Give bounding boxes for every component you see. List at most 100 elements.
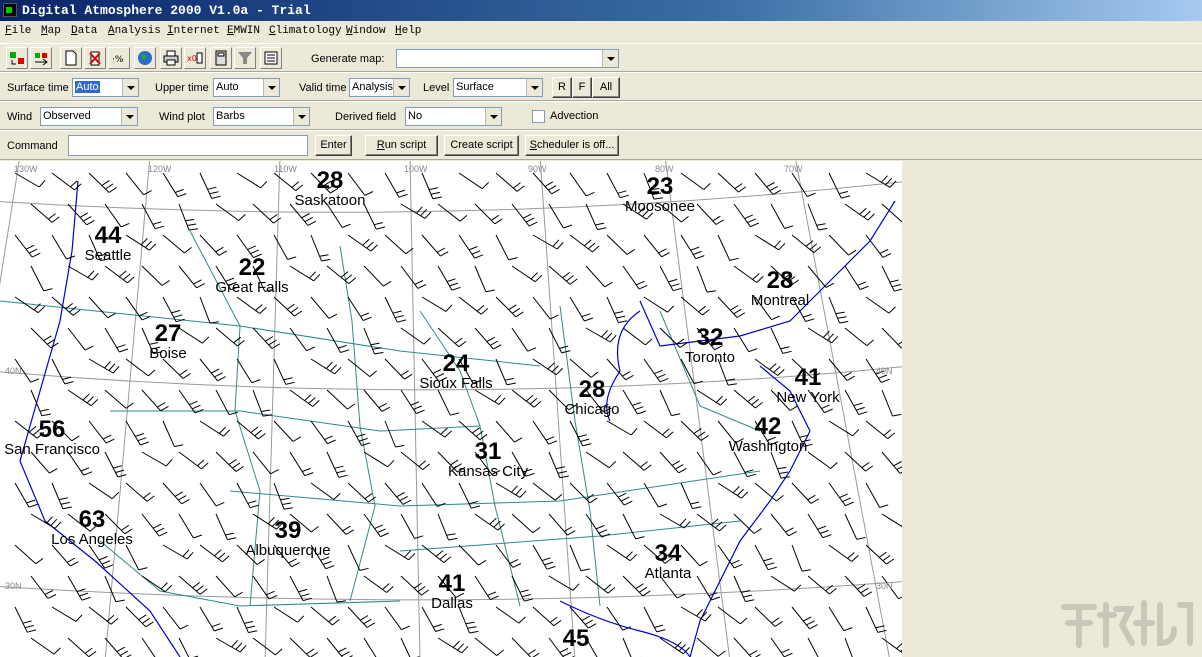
menu-climatology[interactable]: Climatology <box>269 25 342 37</box>
transfer-icon[interactable] <box>30 47 52 69</box>
barb-flag <box>43 288 53 292</box>
wind-plot-select[interactable]: Barbs <box>213 107 310 126</box>
barb-flag <box>192 404 201 410</box>
barb-staff <box>236 358 253 383</box>
wind-barb <box>807 451 838 469</box>
wind-barb <box>162 234 192 254</box>
print-icon[interactable] <box>160 47 182 69</box>
barb-flag <box>454 337 463 344</box>
barb-flag <box>467 626 477 629</box>
station-value: 28 <box>766 267 794 294</box>
upper-time-select[interactable]: Auto <box>213 78 280 97</box>
wind-barb <box>67 389 99 407</box>
barb-flag <box>597 227 607 231</box>
menu-data[interactable]: Data <box>71 25 97 37</box>
menu-emwin[interactable]: EMWIN <box>227 25 260 37</box>
wind-barb <box>347 234 378 252</box>
globe-icon[interactable] <box>134 47 156 69</box>
barb-flag <box>356 433 366 438</box>
wind-barb <box>384 234 414 255</box>
barb-flag <box>806 620 815 626</box>
wind-barb <box>289 265 321 282</box>
barb-flag <box>513 182 521 189</box>
level-select[interactable]: Surface <box>453 78 543 97</box>
menu-window[interactable]: Window <box>346 25 386 37</box>
barb-flag <box>894 288 902 292</box>
barb-staff <box>754 172 774 195</box>
calculator-icon[interactable] <box>210 47 232 69</box>
barb-staff <box>659 265 674 291</box>
wind-select[interactable]: Observed <box>40 107 138 126</box>
f-button[interactable]: F <box>572 77 592 98</box>
enter-button[interactable]: Enter <box>315 135 352 156</box>
barb-flag <box>494 394 502 403</box>
svg-text:·%: ·% <box>112 55 124 65</box>
run-script-button[interactable]: Run script <box>365 135 438 156</box>
barb-flag <box>601 329 608 338</box>
menu-map[interactable]: Map <box>41 25 61 37</box>
barb-flag <box>105 438 115 444</box>
barb-flag <box>487 591 497 596</box>
wind-barb <box>659 637 691 655</box>
menu-file[interactable]: File <box>5 25 31 37</box>
menu-help[interactable]: Help <box>395 25 421 37</box>
barb-flag <box>209 321 219 324</box>
barb-flag <box>160 405 169 412</box>
barb-flag <box>160 582 168 590</box>
menu-analysis[interactable]: Analysis <box>108 25 161 37</box>
wind-barb <box>511 389 542 408</box>
surface-time-select[interactable]: Auto <box>72 78 139 97</box>
stats-icon[interactable]: ·% <box>108 47 130 69</box>
scheduler-button[interactable]: Scheduler is off... <box>525 135 619 156</box>
wind-barb <box>807 637 819 657</box>
all-button[interactable]: All <box>592 77 620 98</box>
wind-barb <box>643 358 669 383</box>
barb-staff <box>495 482 521 498</box>
r-button[interactable]: R <box>552 77 572 98</box>
filter-icon[interactable] <box>234 47 256 69</box>
barb-staff <box>569 358 592 378</box>
barb-flag <box>338 344 347 349</box>
weather-map[interactable]: 130W 120W 110W 100W 90W 80W 70W 40N 40N … <box>0 161 902 657</box>
barb-staff <box>717 482 742 499</box>
barb-flag <box>485 289 495 293</box>
barb-staff <box>881 451 901 474</box>
barb-staff <box>215 575 236 598</box>
barb-staff <box>310 420 328 444</box>
command-input[interactable] <box>68 135 308 156</box>
derived-field-select[interactable]: No <box>405 107 502 126</box>
barb-staff <box>273 606 298 623</box>
barb-flag <box>192 582 201 589</box>
menu-internet[interactable]: Internet <box>167 25 220 37</box>
barb-staff <box>400 389 417 414</box>
wind-barb <box>865 296 896 314</box>
new-document-icon[interactable] <box>60 47 82 69</box>
barb-staff <box>51 606 77 622</box>
wind-barb <box>458 296 489 315</box>
open-data-icon[interactable] <box>6 47 28 69</box>
barb-flag <box>882 555 891 562</box>
barb-flag <box>525 217 535 223</box>
report-icon[interactable] <box>260 47 282 69</box>
barb-flag <box>302 467 311 472</box>
barb-flag <box>551 188 560 195</box>
barb-staff <box>606 606 624 631</box>
barb-flag <box>138 614 147 621</box>
barb-flag <box>803 616 812 622</box>
calc-icon[interactable]: x0 <box>184 47 206 69</box>
barb-staff <box>125 358 149 377</box>
barb-flag <box>780 346 790 350</box>
generate-map-select[interactable] <box>396 49 619 68</box>
barb-flag <box>886 558 895 565</box>
barb-flag <box>715 395 723 403</box>
barb-flag <box>430 191 440 195</box>
valid-time-select[interactable]: Analysis <box>349 78 410 97</box>
advection-checkbox[interactable] <box>532 110 545 123</box>
barb-flag <box>294 310 303 317</box>
create-script-button[interactable]: Create script <box>444 135 519 156</box>
barb-flag <box>250 426 259 433</box>
delete-icon[interactable] <box>84 47 106 69</box>
wind-barb <box>421 172 442 200</box>
station-plot: 39 Albuquerque <box>245 519 330 559</box>
barb-staff <box>807 637 819 657</box>
